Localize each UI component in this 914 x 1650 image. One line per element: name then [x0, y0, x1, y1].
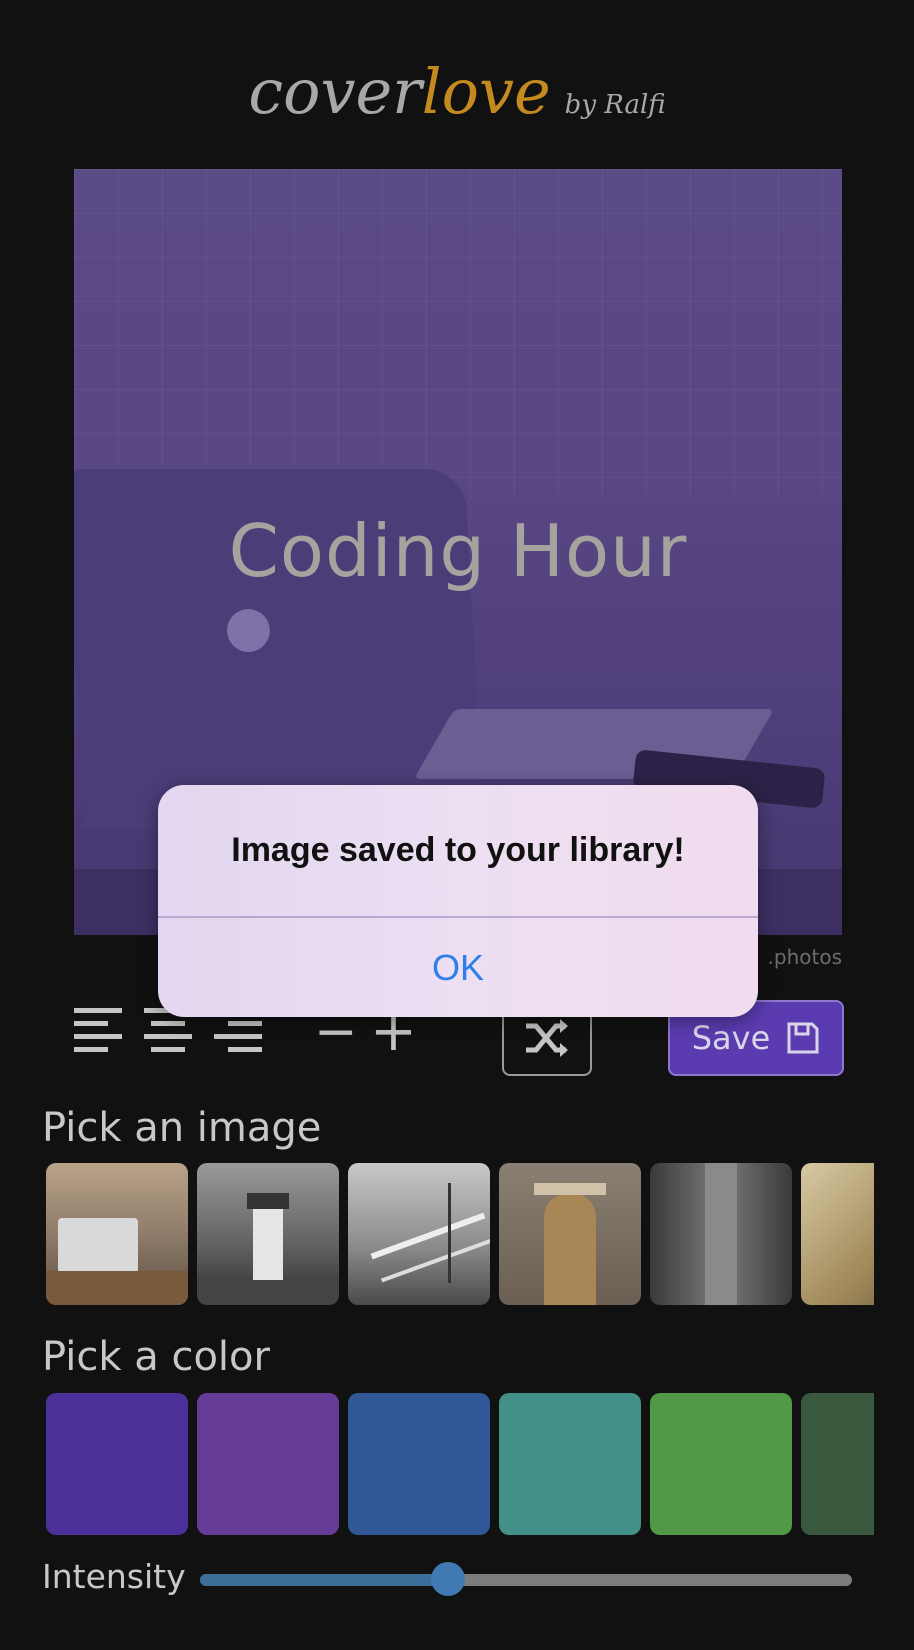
thumbnail-wheat-field[interactable] — [801, 1163, 874, 1305]
align-left-icon[interactable] — [74, 1008, 122, 1058]
preview-wall-tiles — [74, 169, 842, 499]
thumbnail-city-street[interactable] — [650, 1163, 792, 1305]
pick-color-label: Pick a color — [42, 1334, 270, 1380]
color-swatch[interactable] — [801, 1393, 874, 1535]
color-swatch[interactable] — [650, 1393, 792, 1535]
color-swatch[interactable] — [499, 1393, 641, 1535]
color-swatch-list[interactable] — [46, 1393, 874, 1537]
apple-logo-icon: ● — [224, 594, 273, 659]
save-confirmation-dialog: Image saved to your library! OK — [158, 785, 758, 1017]
floppy-disk-icon — [787, 1022, 819, 1054]
intensity-slider-fill — [200, 1574, 448, 1586]
thumbnail-laptop-desk[interactable] — [46, 1163, 188, 1305]
photo-credit: .photos — [767, 945, 842, 969]
logo-byline: by Ralfi — [564, 90, 666, 120]
intensity-label: Intensity — [42, 1557, 186, 1596]
intensity-slider-thumb[interactable] — [430, 1562, 465, 1596]
thumbnail-lighthouse[interactable] — [197, 1163, 339, 1305]
color-swatch[interactable] — [46, 1393, 188, 1535]
intensity-slider[interactable] — [200, 1562, 852, 1596]
logo-love-text: love — [421, 55, 551, 128]
app-logo: coverlove by Ralfi — [0, 55, 914, 135]
color-swatch[interactable] — [197, 1393, 339, 1535]
save-button-label: Save — [691, 1019, 771, 1057]
pick-image-label: Pick an image — [42, 1105, 322, 1151]
logo-cover-text: cover — [248, 55, 422, 128]
shuffle-icon — [526, 1019, 568, 1057]
thumbnail-pier[interactable] — [348, 1163, 490, 1305]
cover-title-text[interactable]: Coding Hour — [74, 509, 842, 593]
color-swatch[interactable] — [348, 1393, 490, 1535]
dialog-ok-button[interactable]: OK — [158, 918, 758, 1017]
thumbnail-doorway[interactable] — [499, 1163, 641, 1305]
image-thumbnail-list[interactable] — [46, 1163, 874, 1307]
dialog-message: Image saved to your library! — [231, 831, 685, 869]
